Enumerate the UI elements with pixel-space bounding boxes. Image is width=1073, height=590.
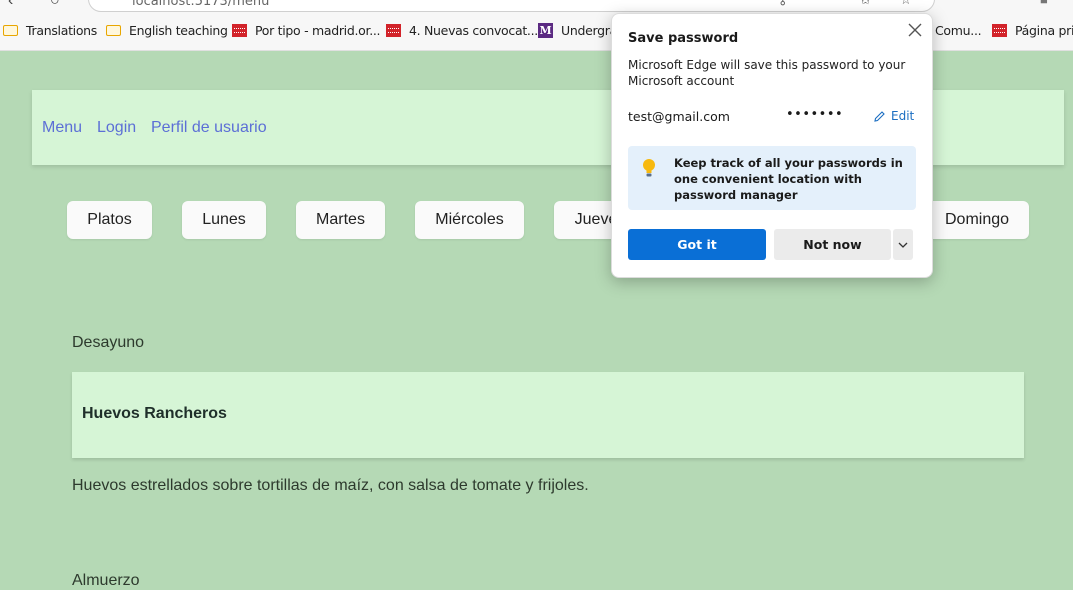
bookmark-label: 4. Nuevas convocat... [409, 23, 538, 38]
browser-toolbar: ‹ ○ localhost:5173/menu ⚷ ✩ ☆ ■ [0, 0, 1073, 12]
day-button-platos[interactable]: Platos [67, 201, 152, 239]
popup-title: Save password [628, 31, 739, 46]
edit-label: Edit [891, 109, 915, 123]
star-icon[interactable]: ☆ [900, 0, 912, 8]
bookmark-label: Página prin [1015, 23, 1073, 38]
key-icon[interactable]: ⚷ [778, 0, 788, 8]
back-arrow-icon[interactable]: ‹ [8, 0, 13, 10]
bookmark-pagina-principal[interactable]: Página prin [992, 23, 1073, 38]
refresh-icon[interactable]: ○ [50, 0, 60, 10]
saved-username: test@gmail.com [628, 109, 730, 124]
edit-button[interactable]: Edit [873, 109, 914, 123]
close-icon[interactable] [904, 20, 926, 42]
nav-link-menu[interactable]: Menu [42, 119, 82, 137]
extension-icon[interactable]: ■ [1040, 0, 1048, 7]
bookmark-label: Comu... [935, 23, 982, 38]
folder-icon [106, 25, 121, 36]
folder-icon [3, 25, 18, 36]
day-button-lunes[interactable]: Lunes [182, 201, 266, 239]
day-button-martes[interactable]: Martes [296, 201, 385, 239]
chevron-down-icon [898, 242, 908, 248]
nav-link-login[interactable]: Login [97, 119, 136, 137]
dish-card: Huevos Rancheros [72, 372, 1024, 458]
nav-link-perfil[interactable]: Perfil de usuario [151, 119, 267, 137]
bookmark-translations[interactable]: Translations [3, 23, 97, 38]
day-button-miercoles[interactable]: Miércoles [415, 201, 524, 239]
bookmark-label: English teaching [129, 23, 228, 38]
bookmark-nuevas-convocatorias[interactable]: 4. Nuevas convocat... [386, 23, 538, 38]
password-manager-tip: Keep track of all your passwords in one … [628, 146, 916, 210]
got-it-button[interactable]: Got it [628, 229, 766, 260]
bookmark-undergrad[interactable]: M Undergra [538, 23, 617, 38]
madrid-favicon-icon [232, 24, 247, 37]
section-label-desayuno: Desayuno [72, 334, 145, 351]
dish-description: Huevos estrellados sobre tortillas de ma… [72, 477, 589, 494]
saved-password-mask: ••••••• [786, 107, 844, 122]
bookmark-label: Por tipo - madrid.or... [255, 23, 381, 38]
bookmark-english-teaching[interactable]: English teaching [106, 23, 228, 38]
bookmark-por-tipo[interactable]: Por tipo - madrid.or... [232, 23, 381, 38]
pencil-icon [874, 110, 885, 122]
lightbulb-icon [643, 159, 655, 177]
day-button-domingo[interactable]: Domingo [925, 201, 1029, 239]
not-now-button[interactable]: Not now [774, 229, 891, 260]
m-favicon-icon: M [538, 23, 553, 38]
bookmark-label: Undergra [561, 23, 617, 38]
more-options-button[interactable] [893, 229, 913, 260]
address-text: localhost:5173/menu [132, 0, 270, 9]
madrid-favicon-icon [386, 24, 401, 37]
save-password-popup: Save password Microsoft Edge will save t… [611, 13, 933, 278]
tip-text: Keep track of all your passwords in one … [674, 156, 903, 202]
popup-description: Microsoft Edge will save this password t… [628, 58, 906, 88]
section-label-almuerzo: Almuerzo [72, 572, 140, 589]
bookmark-label: Translations [26, 23, 98, 38]
favorites-add-icon[interactable]: ✩ [860, 0, 871, 8]
madrid-favicon-icon [992, 24, 1007, 37]
dish-title: Huevos Rancheros [82, 405, 227, 422]
bookmark-comu[interactable]: Comu... [935, 23, 982, 38]
